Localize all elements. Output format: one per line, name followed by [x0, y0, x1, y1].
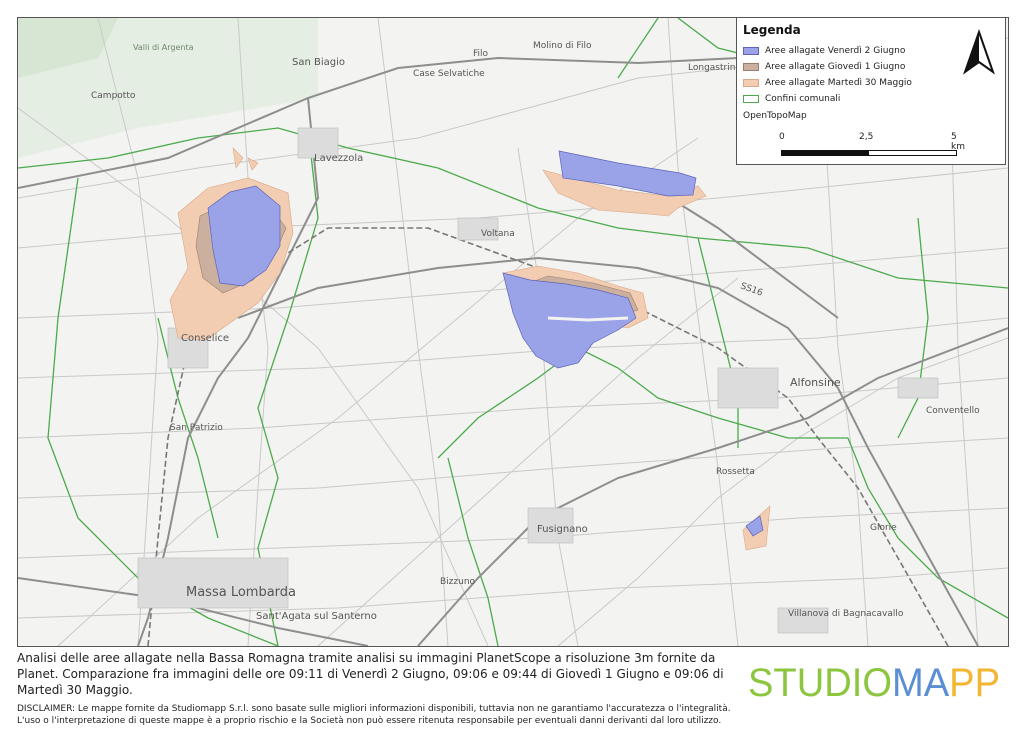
label-conventello: Conventello [926, 406, 980, 416]
map-caption: Analisi delle aree allagate nella Bassa … [17, 651, 724, 697]
scale-bar: 0 2,5 5 km [779, 132, 965, 158]
label-san-patrizio: San Patrizio [170, 423, 223, 433]
legend-swatch [743, 47, 759, 55]
label-bizzuno: Bizzuno [440, 577, 476, 587]
basemap-label: OpenTopoMap [743, 111, 807, 121]
logo-part-1: STUDIO [748, 661, 892, 704]
logo-part-2: MA [892, 661, 949, 704]
label-fusignano: Fusignano [537, 524, 588, 535]
label-longastrino: Longastrino [688, 63, 741, 73]
label-massa-lombarda: Massa Lombarda [186, 585, 296, 600]
label-molino-di-filo: Molino di Filo [533, 41, 592, 51]
legend-item-confini: Confini comunali [743, 91, 999, 107]
label-villanova: Villanova di Bagnacavallo [788, 609, 904, 619]
legend-label: Aree allagate Martedì 30 Maggio [765, 78, 912, 88]
label-rossetta: Rossetta [716, 467, 755, 477]
legend-swatch [743, 79, 759, 87]
label-glorie: Glorie [870, 523, 897, 533]
label-alfonsine: Alfonsine [790, 376, 841, 389]
disclaimer-line-2: L'uso o l'interpretazione di queste mapp… [17, 716, 722, 726]
svg-text:STUDIOMAPP: STUDIOMAPP [748, 661, 1000, 704]
label-conselice: Conselice [181, 333, 229, 344]
logo-part-3: PP [949, 661, 1000, 704]
scale-tick-end: 5 km [951, 132, 965, 152]
north-arrow-icon [963, 28, 995, 75]
disclaimer: DISCLAIMER: Le mappe fornite da Studioma… [17, 703, 1007, 727]
label-argenta: Valli di Argenta [133, 43, 194, 52]
label-case-selvatiche: Case Selvatiche [413, 69, 485, 79]
label-campotto: Campotto [91, 91, 136, 101]
legend-swatch [743, 63, 759, 71]
label-santagata: Sant'Agata sul Santerno [256, 611, 377, 622]
map-legend: Legenda Aree allagate Venerdì 2 Giugno A… [736, 17, 1006, 165]
legend-label: Aree allagate Venerdì 2 Giugno [765, 46, 906, 56]
scale-tick-0: 0 [779, 132, 785, 142]
label-lavezzola: Lavezzola [314, 153, 363, 164]
legend-label: Aree allagate Giovedì 1 Giugno [765, 62, 906, 72]
studiomapp-logo: STUDIOMAPP [748, 661, 1000, 704]
label-filo: Filo [473, 49, 489, 59]
disclaimer-line-1: DISCLAIMER: Le mappe fornite da Studioma… [17, 704, 731, 714]
legend-swatch [743, 95, 759, 103]
label-san-biagio: San Biagio [292, 57, 345, 68]
legend-label: Confini comunali [765, 94, 841, 104]
label-voltana: Voltana [481, 229, 515, 239]
scale-tick-mid: 2,5 [859, 132, 874, 142]
